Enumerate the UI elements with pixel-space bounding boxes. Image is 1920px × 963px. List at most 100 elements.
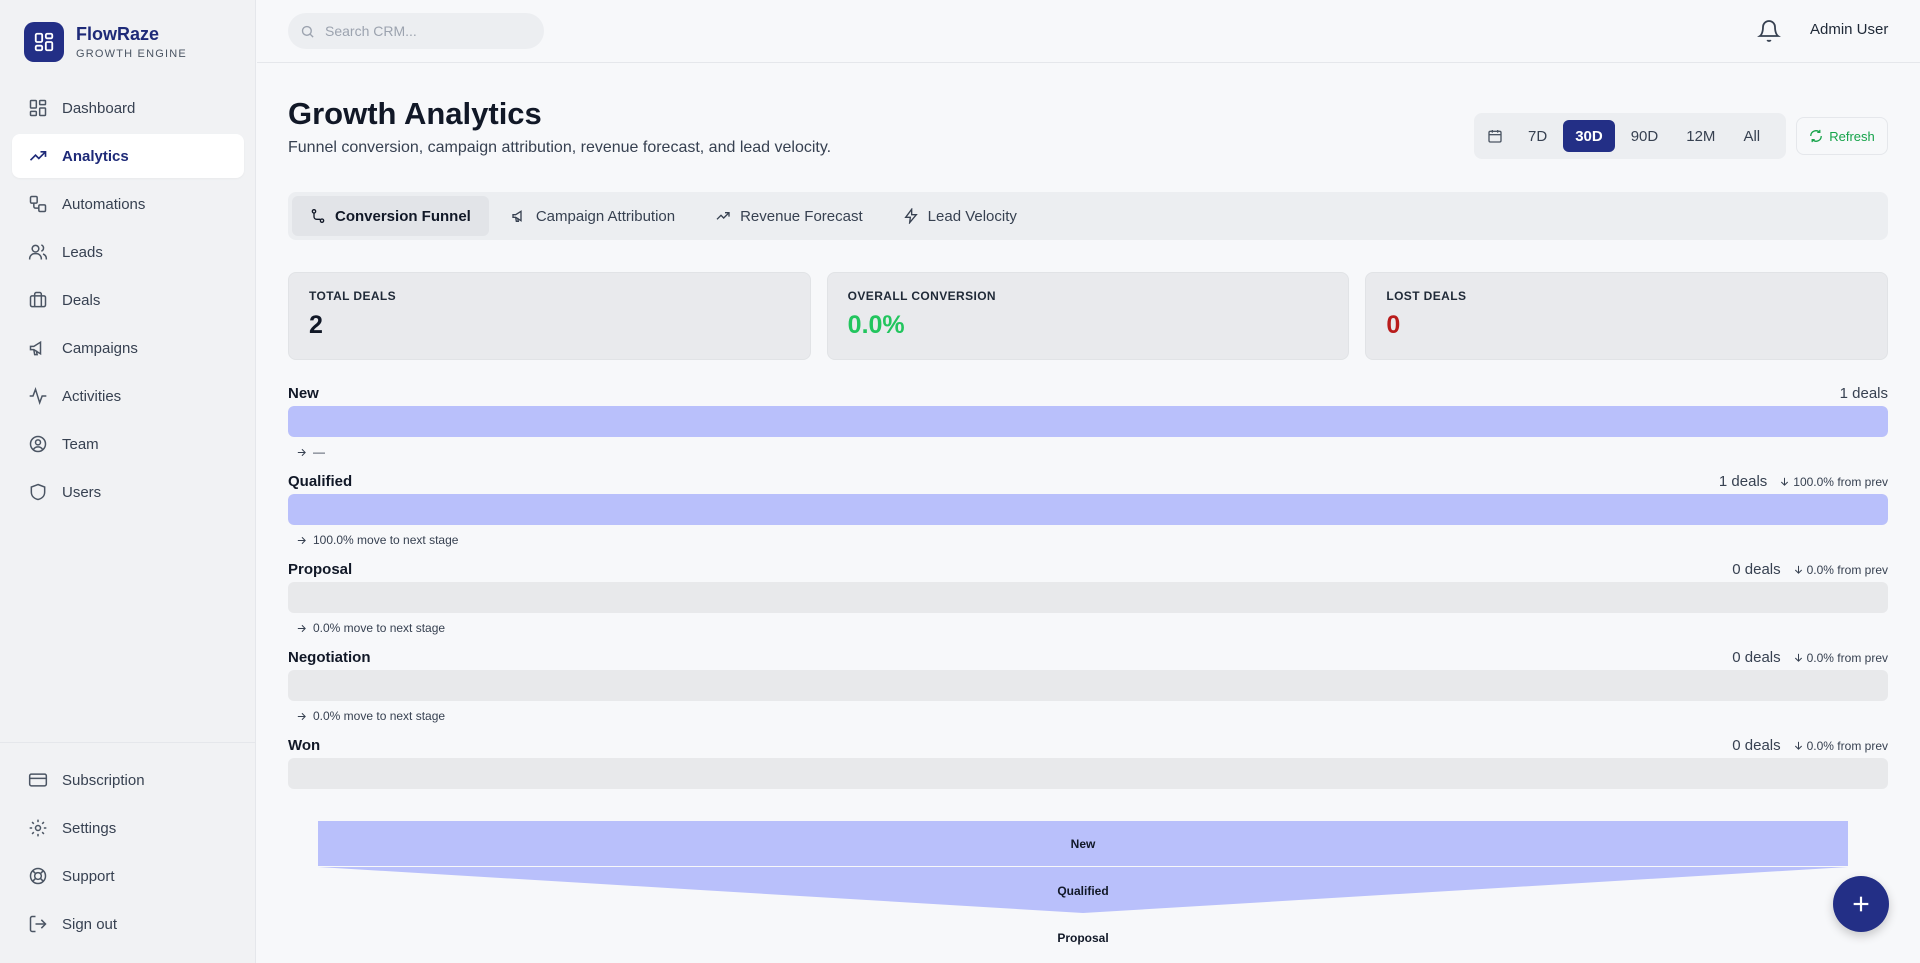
search-input[interactable]: [325, 23, 525, 39]
stage-next-text: 0.0% move to next stage: [313, 709, 446, 723]
refresh-button[interactable]: Refresh: [1796, 117, 1888, 155]
arrow-right-icon: [297, 712, 306, 720]
funnel-stage-negotiation: Negotiation 0 deals 0.0% from prev 0.0% …: [288, 649, 1888, 737]
stage-name: Proposal: [288, 561, 353, 578]
shield-icon: [30, 483, 46, 501]
sidebar-item-subscription[interactable]: Subscription: [12, 758, 244, 802]
sidebar-item-label: Automations: [62, 195, 146, 213]
stat-label: OVERALL CONVERSION: [847, 289, 997, 303]
gear-icon: [29, 819, 47, 837]
stage-bar: [288, 406, 1888, 437]
range-option-30d[interactable]: 30D: [1563, 120, 1615, 152]
funnel-stage-qualified: Qualified 1 deals 100.0% from prev 100.0…: [288, 473, 1888, 561]
range-option-all[interactable]: All: [1731, 120, 1772, 152]
stage-bar: [288, 494, 1888, 525]
sidebar-item-label: Sign out: [62, 915, 118, 933]
users-icon: [28, 244, 48, 260]
sidebar-item-leads[interactable]: Leads: [12, 230, 244, 274]
stat-card-overall-conversion: OVERALL CONVERSION 0.0%: [826, 272, 1350, 360]
refresh-label: Refresh: [1829, 128, 1875, 144]
search-box[interactable]: [288, 13, 544, 49]
search-icon: [301, 25, 314, 38]
sidebar-item-deals[interactable]: Deals: [12, 278, 244, 322]
stage-name: New: [288, 385, 319, 402]
add-button[interactable]: [1833, 876, 1889, 932]
arrow-right-icon: [297, 536, 306, 544]
funnel-stages: New 1 deals — Qualified 1 deals 100.0% f…: [288, 385, 1888, 825]
tab-conversion-funnel[interactable]: Conversion Funnel: [292, 196, 489, 236]
stage-prev: 0.0% from prev: [1793, 563, 1888, 577]
tab-label: Campaign Attribution: [535, 207, 676, 225]
stage-count: 1 deals: [1839, 385, 1888, 402]
analytics-tabs: Conversion Funnel Campaign Attribution R…: [288, 192, 1888, 240]
sidebar-item-users[interactable]: Users: [12, 470, 244, 514]
tab-label: Revenue Forecast: [740, 207, 863, 225]
sidebar-item-analytics[interactable]: Analytics: [12, 134, 244, 178]
topbar: Admin User: [257, 0, 1920, 63]
sidebar-item-activities[interactable]: Activities: [12, 374, 244, 418]
lifebuoy-icon: [29, 867, 47, 885]
dashboard-icon: [29, 99, 47, 117]
stage-next-text: 0.0% move to next stage: [313, 621, 446, 635]
tab-revenue-forecast[interactable]: Revenue Forecast: [697, 196, 881, 236]
stage-next: 100.0% move to next stage: [296, 533, 458, 547]
arrow-down-icon: [1781, 477, 1789, 486]
page-subtitle: Funnel conversion, campaign attribution,…: [288, 139, 832, 156]
range-option-12m[interactable]: 12M: [1674, 120, 1727, 152]
range-option-7d[interactable]: 7D: [1516, 120, 1559, 152]
stat-label: LOST DEALS: [1386, 289, 1467, 303]
brand-logo-icon: [24, 22, 64, 62]
stage-next: —: [296, 445, 325, 459]
funnel-stage-won: Won 0 deals 0.0% from prev: [288, 737, 1888, 825]
stage-bar-fill: [288, 406, 1888, 437]
stat-value: 0: [1386, 311, 1401, 339]
sidebar-bottom-nav: Subscription Settings Support Sign out: [12, 758, 244, 950]
stage-bar-fill: [288, 494, 1888, 525]
sidebar-item-support[interactable]: Support: [12, 854, 244, 898]
funnel-stage-new: New 1 deals —: [288, 385, 1888, 473]
stage-name: Negotiation: [288, 649, 371, 666]
funnel-label-qualified: Qualified: [1057, 884, 1108, 898]
user-circle-icon: [29, 435, 47, 453]
arrow-down-icon: [1794, 565, 1802, 574]
user-name[interactable]: Admin User: [1810, 21, 1888, 38]
brand[interactable]: FlowRaze GROWTH ENGINE: [24, 22, 187, 62]
arrow-right-icon: [297, 624, 306, 632]
brand-name: FlowRaze: [76, 24, 160, 44]
sidebar-nav: Dashboard Analytics Automations Leads De…: [12, 86, 244, 518]
megaphone-icon: [29, 340, 42, 356]
funnel-icon: [311, 209, 325, 223]
sidebar-item-dashboard[interactable]: Dashboard: [12, 86, 244, 130]
sidebar-item-label: Settings: [62, 819, 117, 837]
sidebar-item-team[interactable]: Team: [12, 422, 244, 466]
stat-card-total-deals: TOTAL DEALS 2: [288, 272, 811, 360]
stage-next: 0.0% move to next stage: [296, 621, 445, 635]
zap-icon: [904, 208, 918, 224]
stage-name: Qualified: [288, 473, 353, 490]
sidebar-item-automations[interactable]: Automations: [12, 182, 244, 226]
sidebar-item-label: Users: [62, 483, 102, 501]
stat-cards: TOTAL DEALS 2 OVERALL CONVERSION 0.0% LO…: [288, 272, 1889, 360]
stat-value: 2: [309, 311, 323, 339]
range-option-90d[interactable]: 90D: [1619, 120, 1671, 152]
funnel-visual: New Qualified Proposal: [318, 821, 1848, 945]
sidebar-item-label: Dashboard: [62, 99, 136, 117]
stage-count: 0 deals: [1732, 561, 1781, 578]
sidebar-item-label: Deals: [62, 291, 101, 309]
page-title: Growth Analytics: [288, 96, 542, 131]
sidebar-item-label: Support: [62, 867, 115, 885]
sidebar-item-label: Analytics: [62, 147, 129, 165]
bell-icon[interactable]: [1757, 19, 1781, 43]
tab-label: Lead Velocity: [927, 207, 1017, 225]
calendar-icon: [1482, 123, 1508, 149]
tab-campaign-attribution[interactable]: Campaign Attribution: [493, 196, 693, 236]
stage-prev: 100.0% from prev: [1779, 475, 1888, 489]
stage-prev-text: 100.0% from prev: [1793, 474, 1888, 489]
sidebar-item-label: Leads: [62, 243, 103, 261]
tab-lead-velocity[interactable]: Lead Velocity: [885, 196, 1035, 236]
sidebar-item-sign-out[interactable]: Sign out: [12, 902, 244, 946]
stage-bar: [288, 582, 1888, 613]
sidebar-item-settings[interactable]: Settings: [12, 806, 244, 850]
sidebar-item-label: Campaigns: [62, 339, 138, 357]
sidebar-item-campaigns[interactable]: Campaigns: [12, 326, 244, 370]
